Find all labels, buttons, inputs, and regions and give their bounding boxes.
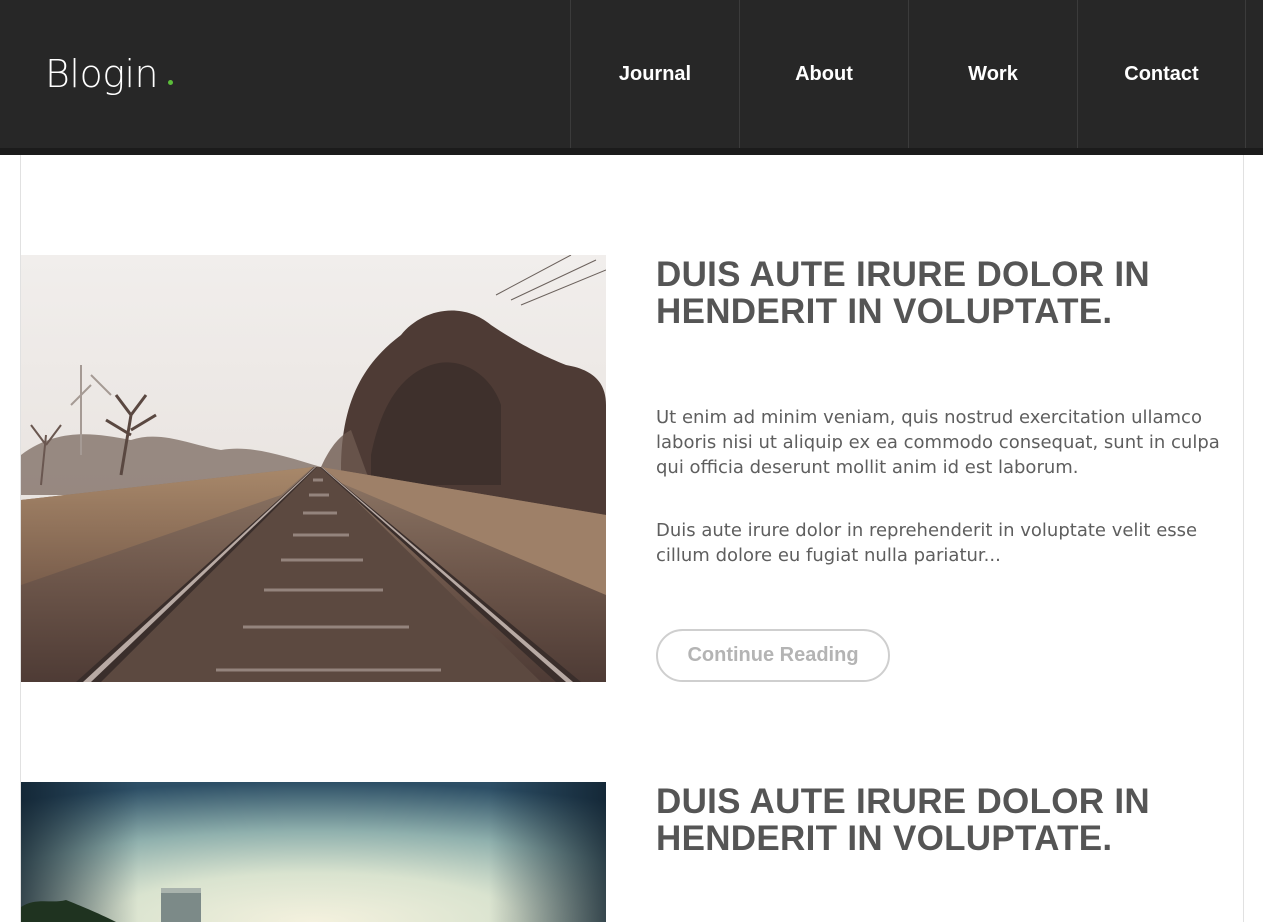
water-tower-photo (21, 782, 606, 922)
main-nav: Journal About Work Contact (570, 0, 1246, 148)
site-header: Blogin Journal About Work Contact (0, 0, 1263, 148)
post-title[interactable]: DUIS AUTE IRURE DOLOR IN HENDERIT IN VOL… (656, 783, 1216, 857)
post-title[interactable]: DUIS AUTE IRURE DOLOR IN HENDERIT IN VOL… (656, 256, 1216, 330)
header-shadow (0, 148, 1263, 155)
nav-item-about[interactable]: About (739, 0, 908, 148)
post-excerpt: Ut enim ad minim veniam, quis nostrud ex… (656, 407, 1220, 478)
nav-item-journal[interactable]: Journal (570, 0, 739, 148)
post-excerpt: Duis aute irure dolor in reprehenderit i… (656, 520, 1198, 566)
logo-text: Blogin (45, 52, 159, 96)
post-image-railway[interactable] (21, 255, 606, 682)
post-image-water-tower[interactable] (21, 782, 606, 922)
content-border-right (1243, 155, 1244, 922)
railway-photo (21, 255, 606, 682)
nav-item-contact[interactable]: Contact (1077, 0, 1246, 148)
logo-dot-icon (168, 80, 174, 85)
site-logo[interactable]: Blogin (45, 50, 174, 98)
nav-item-work[interactable]: Work (908, 0, 1077, 148)
continue-reading-button[interactable]: Continue Reading (656, 629, 890, 682)
